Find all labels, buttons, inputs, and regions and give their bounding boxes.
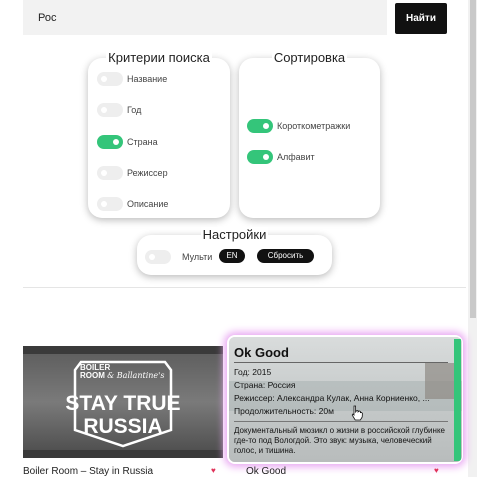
- language-button[interactable]: EN: [219, 249, 245, 263]
- criteria-year-label: Год: [127, 105, 142, 115]
- criteria-year-toggle[interactable]: [97, 103, 123, 117]
- page-scrollbar-thumb[interactable]: [470, 0, 476, 318]
- multi-row[interactable]: Мульти: [145, 249, 212, 265]
- multi-label: Мульти: [182, 252, 213, 262]
- card-ok-good-director: Режиссер: Александра Кулак, Анна Корниен…: [234, 393, 430, 403]
- criteria-director-label: Режиссер: [127, 168, 168, 178]
- poster-brand: BOILER ROOM & Ballantine's: [80, 364, 170, 380]
- hand-pointer-icon: [351, 405, 363, 421]
- card-ok-good-duration: Продолжительность: 20м: [234, 406, 334, 416]
- card-ok-good-description-rule: [234, 421, 448, 422]
- criteria-description-label: Описание: [127, 199, 169, 209]
- sort-alphabet-row[interactable]: Алфавит: [247, 149, 315, 165]
- settings-title: Настройки: [200, 227, 269, 242]
- search-criteria-panel: Критерии поиска Название Год Страна Режи…: [88, 50, 230, 218]
- criteria-director-toggle[interactable]: [97, 166, 123, 180]
- poster-brand-line2: ROOM: [80, 371, 105, 380]
- poster-line2: RUSSIA: [83, 415, 163, 438]
- search-button[interactable]: Найти: [395, 3, 447, 34]
- sort-alphabet-label: Алфавит: [277, 152, 315, 162]
- criteria-title-toggle[interactable]: [97, 72, 123, 86]
- sort-shorts-toggle[interactable]: [247, 119, 273, 133]
- section-divider: [23, 287, 466, 288]
- criteria-year-row[interactable]: Год: [97, 102, 141, 118]
- poster-brand-partner: & Ballantine's: [107, 371, 165, 380]
- card-ok-good-details[interactable]: Ok Good Год: 2015 Страна: Россия Режиссе…: [229, 337, 462, 462]
- settings-panel: Настройки Мульти EN Сбросить: [137, 227, 332, 275]
- criteria-country-toggle[interactable]: [97, 135, 123, 149]
- card-boiler-room-title[interactable]: Boiler Room – Stay in Russia: [23, 466, 153, 477]
- card-ok-good-country: Страна: Россия: [234, 380, 296, 390]
- card-boiler-room-poster[interactable]: BOILER ROOM & Ballantine's STAY TRUE RUS…: [23, 346, 223, 458]
- poster-line1: STAY TRUE: [65, 392, 181, 415]
- criteria-title-row[interactable]: Название: [97, 71, 167, 87]
- card-ok-good-description: Документальный мюзикл о жизни в российск…: [234, 426, 445, 455]
- criteria-description-row[interactable]: Описание: [97, 196, 168, 212]
- card-ok-good-heading-rule: [234, 362, 448, 363]
- card-boiler-room-heart-icon[interactable]: ♥: [211, 466, 216, 475]
- card-ok-good-heading: Ok Good: [234, 345, 289, 360]
- criteria-country-row[interactable]: Страна: [97, 134, 158, 150]
- sort-shorts-label: Короткометражки: [277, 121, 351, 131]
- sort-shorts-row[interactable]: Короткометражки: [247, 118, 350, 134]
- card-ok-good-title[interactable]: Ok Good: [246, 466, 286, 477]
- criteria-title-label: Название: [127, 74, 168, 84]
- criteria-director-row[interactable]: Режиссер: [97, 165, 168, 181]
- card-ok-good-year: Год: 2015: [234, 367, 272, 377]
- card-ok-good-heart-icon[interactable]: ♥: [434, 466, 439, 475]
- sorting-title: Сортировка: [271, 50, 348, 65]
- search-criteria-title: Критерии поиска: [106, 50, 212, 65]
- sort-alphabet-toggle[interactable]: [247, 150, 273, 164]
- criteria-country-label: Страна: [127, 137, 158, 147]
- multi-toggle[interactable]: [145, 250, 171, 264]
- sorting-panel: Сортировка Короткометражки Алфавит: [239, 50, 380, 218]
- reset-button[interactable]: Сбросить: [257, 249, 314, 263]
- criteria-description-toggle[interactable]: [97, 197, 123, 211]
- search-input[interactable]: [23, 0, 387, 35]
